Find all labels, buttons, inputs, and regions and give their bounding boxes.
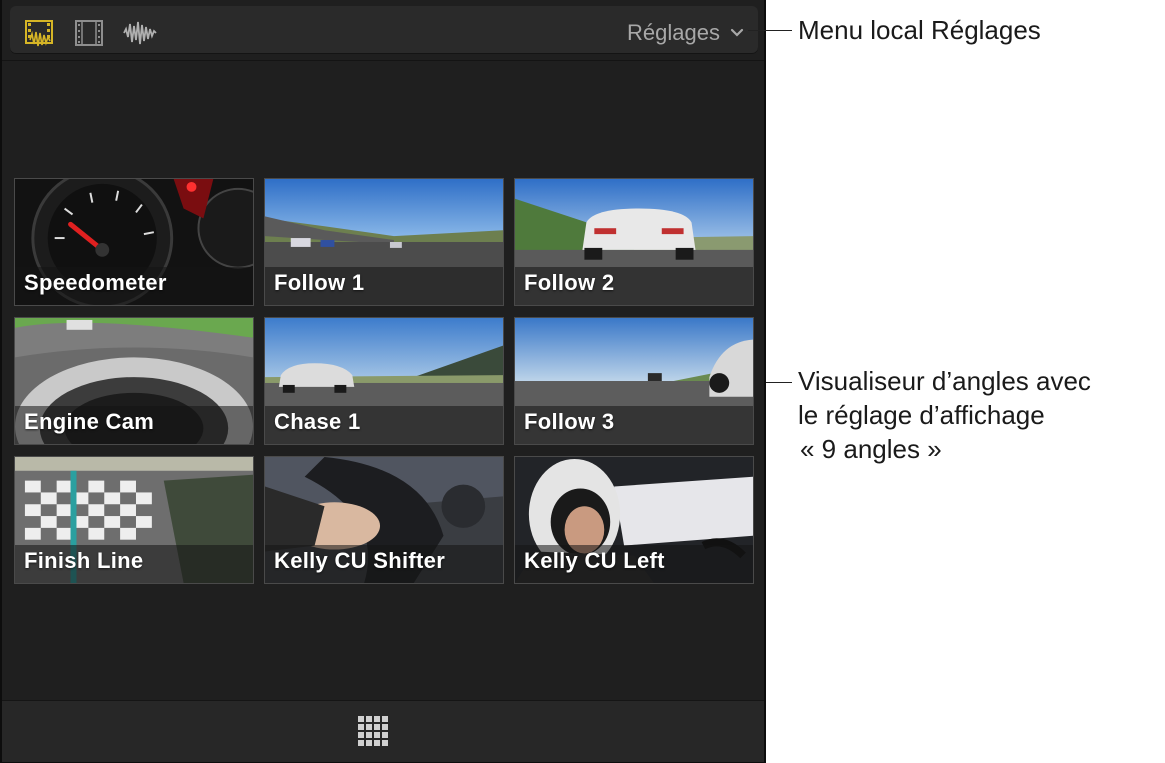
angle-label: Kelly CU Shifter <box>274 548 446 573</box>
angle-tile[interactable]: Finish Line <box>14 456 254 584</box>
viewer-callout-line-2: le réglage d’affichage <box>798 400 1045 430</box>
stage: Réglages Speedometer Follow 1 Follow 2 E… <box>0 0 1165 763</box>
audio-only-icon[interactable] <box>122 18 158 48</box>
toolbar-divider <box>2 60 764 61</box>
angle-label: Speedometer <box>24 270 167 295</box>
settings-label: Réglages <box>627 20 720 45</box>
video-only-icon[interactable] <box>74 18 104 48</box>
viewer-bottom-bar <box>2 700 764 762</box>
settings-callout-text: Menu local Réglages <box>798 15 1041 45</box>
viewer-callout-line-3: « 9 angles » <box>800 434 942 464</box>
grid-icon[interactable] <box>357 715 389 747</box>
angle-tile[interactable]: Engine Cam <box>14 317 254 445</box>
angle-viewer: Réglages Speedometer Follow 1 Follow 2 E… <box>0 0 766 763</box>
angle-label: Follow 1 <box>274 270 365 295</box>
settings-callout-line <box>748 30 792 31</box>
angle-tile[interactable]: Follow 1 <box>264 178 504 306</box>
angle-tile[interactable]: Chase 1 <box>264 317 504 445</box>
angle-label: Kelly CU Left <box>524 548 665 573</box>
angle-tile[interactable]: Kelly CU Left <box>514 456 754 584</box>
angle-label: Engine Cam <box>24 409 155 434</box>
video-audio-icon[interactable] <box>24 18 54 48</box>
viewer-toolbar: Réglages <box>10 6 758 54</box>
angle-label: Finish Line <box>24 548 144 573</box>
angle-tile[interactable]: Follow 2 <box>514 178 754 306</box>
viewer-callout-line-1: Visualiseur d’angles avec <box>798 366 1091 396</box>
angle-tile[interactable]: Speedometer <box>14 178 254 306</box>
angle-label: Follow 3 <box>524 409 615 434</box>
chevron-down-icon <box>730 28 744 37</box>
settings-popup-menu[interactable]: Réglages <box>627 18 744 48</box>
viewer-callout-line <box>766 382 792 383</box>
angle-tile[interactable]: Follow 3 <box>514 317 754 445</box>
angle-tile[interactable]: Kelly CU Shifter <box>264 456 504 584</box>
angle-label: Chase 1 <box>274 409 361 434</box>
angles-grid: Speedometer Follow 1 Follow 2 Engine Cam… <box>14 178 756 586</box>
angle-label: Follow 2 <box>524 270 615 295</box>
